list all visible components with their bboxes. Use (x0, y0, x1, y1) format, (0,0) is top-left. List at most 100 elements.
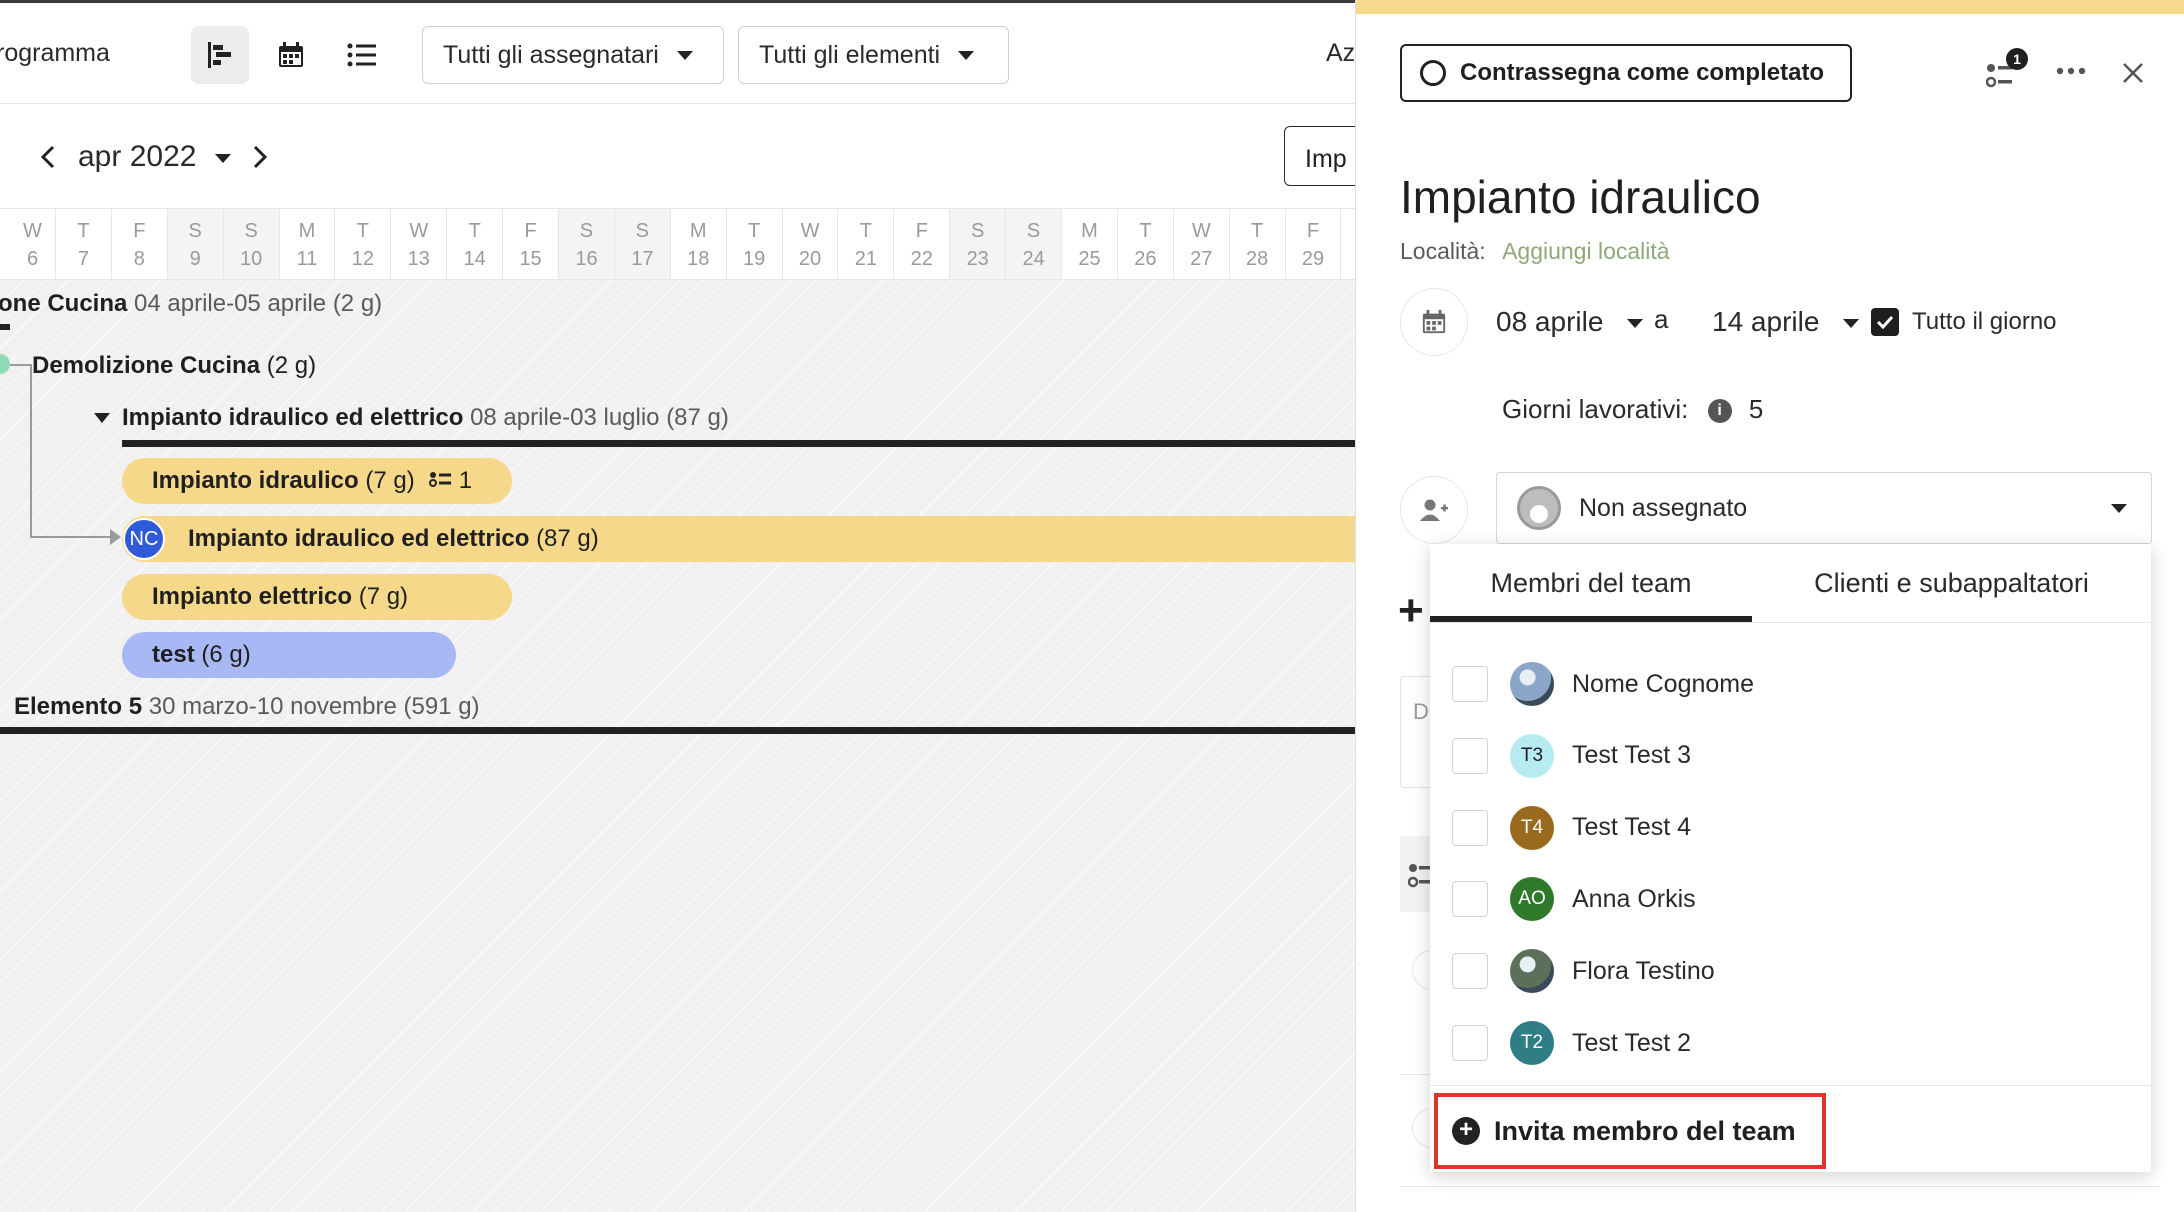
day-letter: W (23, 220, 42, 242)
task-duration: (7 g) (358, 583, 409, 610)
tab-team-members[interactable]: Membri del team (1430, 544, 1752, 622)
assignee-value: Non assegnato (1579, 493, 1748, 522)
day-column-header: T 14 (447, 209, 504, 279)
assignee-filter-dropdown[interactable]: Tutti gli assegnatari (422, 26, 724, 84)
task-duration: (87 g) (536, 525, 599, 552)
day-letter: S (971, 220, 985, 242)
day-number: 16 (575, 248, 598, 270)
subtask-icon (1408, 864, 1430, 888)
avatar: NC (123, 518, 165, 560)
start-date-selector[interactable]: 08 aprile (1496, 306, 1644, 338)
calendar-view-button[interactable] (262, 26, 320, 84)
group-name: Impianto idraulico ed elettrico (122, 404, 464, 431)
all-day-checkbox[interactable] (1871, 308, 1899, 336)
list-icon (347, 43, 376, 67)
day-number: 20 (798, 248, 822, 270)
list-view-button[interactable] (333, 26, 391, 84)
add-icon[interactable]: + (1398, 586, 1424, 636)
panel-color-stripe (1356, 0, 2184, 14)
gantt-view-button[interactable] (191, 26, 249, 84)
day-letter: W (800, 220, 820, 242)
day-number: 8 (133, 248, 145, 270)
subtask-icon (428, 472, 451, 487)
day-letter: F (915, 220, 928, 242)
tab-clients-subcontractors[interactable]: Clienti e subappaltatori (1752, 544, 2151, 622)
collapse-triangle-icon[interactable] (94, 413, 110, 423)
task-bar-impianto-idraulico[interactable]: Impianto idraulico (7 g) 1 (122, 458, 512, 504)
member-list-item[interactable]: T4 Test Test 4 (1452, 802, 1691, 854)
dependency-line (10, 364, 32, 366)
more-options-icon[interactable] (2056, 66, 2086, 76)
member-name: Nome Cognome (1572, 669, 1755, 698)
close-icon[interactable] (2122, 62, 2144, 84)
import-button[interactable]: Imp (1284, 126, 1355, 186)
member-list-item[interactable]: Nome Cognome (1452, 658, 1754, 710)
toolbar-cut-label[interactable]: Az (1326, 39, 1355, 68)
invite-team-member-button[interactable]: + Invita membro del team (1434, 1093, 1826, 1169)
mark-complete-button[interactable]: Contrassegna come completato (1400, 44, 1852, 102)
member-list-item[interactable]: Flora Testino (1452, 945, 1715, 997)
element-filter-dropdown[interactable]: Tutti gli elementi (738, 26, 1009, 84)
gantt-row-elemento-5[interactable]: Elemento 5 30 marzo-10 novembre (591 g) (14, 693, 480, 721)
member-checkbox[interactable] (1452, 953, 1488, 990)
day-column-header: M 25 (1062, 209, 1118, 279)
day-column-header: W 13 (391, 209, 448, 279)
day-number: 11 (296, 248, 318, 270)
task-duration: (7 g) (365, 467, 415, 494)
day-number: 22 (910, 248, 933, 270)
mark-complete-label: Contrassegna come completato (1460, 59, 1825, 86)
chevron-right-icon[interactable] (248, 144, 270, 170)
task-bar-impianto-elettrico[interactable]: Impianto elettrico (7 g) (122, 574, 512, 620)
date-icon-button[interactable] (1400, 288, 1468, 356)
member-checkbox[interactable] (1452, 881, 1488, 918)
member-list-item[interactable]: AO Anna Orkis (1452, 873, 1696, 925)
gantt-row-cucina[interactable]: one Cucina 04 aprile-05 aprile (2 g) (0, 290, 382, 318)
member-list-item[interactable]: T3 Test Test 3 (1452, 730, 1691, 782)
day-number: 18 (687, 248, 710, 270)
add-location-link[interactable]: Aggiungi località (1502, 238, 1670, 264)
avatar (1510, 949, 1554, 994)
milestone-dot[interactable] (0, 354, 10, 374)
day-column-header: S9 (167, 209, 224, 279)
member-name: Test Test 3 (1572, 741, 1692, 770)
day-number: 27 (1190, 248, 1213, 270)
day-letter: T (1251, 220, 1264, 242)
day-number: 15 (519, 248, 542, 270)
member-checkbox[interactable] (1452, 1025, 1488, 1061)
assign-icon-button[interactable] (1400, 476, 1468, 544)
divider (1400, 1186, 2160, 1187)
member-checkbox[interactable] (1452, 666, 1488, 702)
member-checkbox[interactable] (1452, 809, 1488, 846)
day-number: 14 (463, 248, 486, 270)
task-duration: (6 g) (201, 641, 251, 668)
info-icon[interactable]: i (1707, 399, 1732, 424)
scheduler-area: rogramma Tutti gli assegnatari Tutti gli… (0, 0, 1355, 1212)
row-name: Demolizione Cucina (32, 352, 261, 379)
arrow-right-icon (110, 529, 121, 545)
avatar: AO (1510, 877, 1554, 922)
day-letter: T (1139, 220, 1152, 242)
member-checkbox[interactable] (1452, 737, 1488, 774)
working-days-value: 5 (1748, 394, 1764, 424)
assignee-menu: Membri del team Clienti e subappaltatori… (1430, 544, 2151, 1172)
month-navigation: apr 2022 Imp (0, 104, 1355, 208)
day-column-header: M 18 (671, 209, 727, 279)
day-letter: M (689, 220, 707, 242)
day-letter: S (635, 220, 650, 242)
task-title[interactable]: Impianto idraulico (1400, 170, 1761, 224)
member-list-item[interactable]: T2 Test Test 2 (1452, 1017, 1691, 1069)
gantt-icon (208, 42, 231, 68)
month-selector[interactable]: apr 2022 (78, 140, 231, 174)
tabs-divider (1430, 622, 2151, 623)
day-letter: S (188, 220, 202, 242)
assignee-dropdown[interactable]: Non assegnato (1496, 472, 2152, 544)
end-date-selector[interactable]: 14 aprile (1712, 306, 1860, 338)
task-bar-impianto-idraulico-elettrico[interactable]: Impianto idraulico ed elettrico (87 g) (122, 516, 1355, 562)
day-number: 17 (631, 248, 654, 270)
day-letter: W (1191, 220, 1211, 242)
chevron-left-icon[interactable] (38, 144, 60, 170)
subtasks-button[interactable]: 1 (1986, 48, 2034, 92)
gantt-group-impianti[interactable]: Impianto idraulico ed elettrico 08 april… (122, 404, 729, 432)
gantt-row-demolizione[interactable]: Demolizione Cucina (2 g) (32, 352, 316, 380)
task-bar-test[interactable]: test (6 g) (122, 632, 456, 678)
